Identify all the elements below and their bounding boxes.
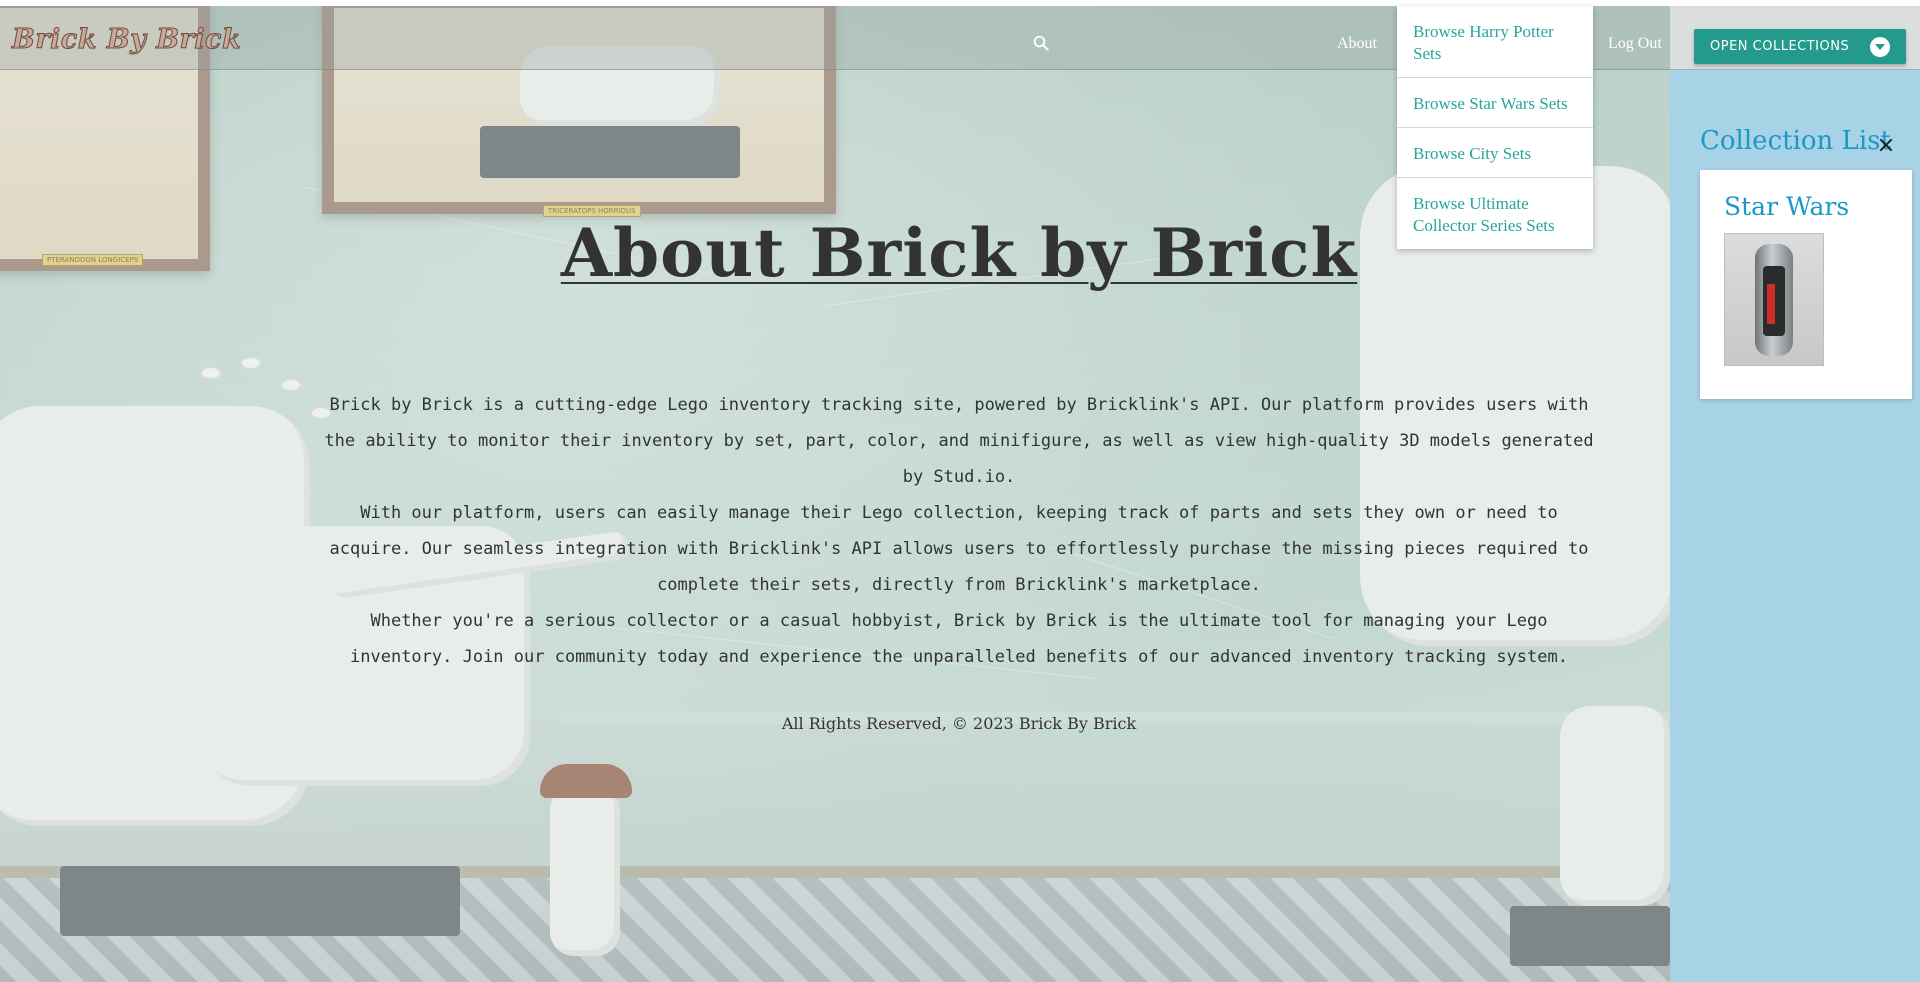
top-navbar: Brick By Brick About Log Out OPEN COLLEC… — [0, 6, 1920, 70]
dropdown-item-city[interactable]: Browse City Sets — [1397, 128, 1593, 178]
collection-list-title: Collection List — [1700, 126, 1891, 156]
capsule-image — [1755, 244, 1793, 356]
brand-logo[interactable]: Brick By Brick — [11, 24, 241, 56]
search-icon[interactable] — [1032, 34, 1050, 52]
nav-logout-link[interactable]: Log Out — [1608, 35, 1662, 53]
chevron-down-icon — [1870, 37, 1890, 57]
open-collections-label: OPEN COLLECTIONS — [1710, 39, 1850, 54]
dropdown-item-harry-potter[interactable]: Browse Harry Potter Sets — [1397, 6, 1593, 78]
open-collections-button[interactable]: OPEN COLLECTIONS — [1694, 29, 1906, 64]
collection-card-star-wars[interactable]: Star Wars — [1700, 170, 1912, 399]
close-icon[interactable] — [1876, 134, 1898, 156]
capsule-accent — [1767, 284, 1775, 324]
collection-thumbnail[interactable] — [1724, 233, 1824, 366]
nav-about-link[interactable]: About — [1337, 35, 1377, 53]
browse-dropdown-menu: Browse Harry Potter Sets Browse Star War… — [1397, 6, 1593, 249]
footer-copyright: All Rights Reserved, © 2023 Brick By Bri… — [781, 714, 1137, 733]
about-paragraph: With our platform, users can easily mana… — [329, 503, 1589, 595]
about-description: Brick by Brick is a cutting-edge Lego in… — [316, 387, 1602, 675]
collection-card-title[interactable]: Star Wars — [1724, 192, 1849, 221]
page-title-text: About Brick by Brick — [560, 214, 1358, 292]
page-title: About Brick by Brick — [0, 214, 1918, 292]
about-paragraph: Brick by Brick is a cutting-edge Lego in… — [324, 395, 1594, 487]
dropdown-item-star-wars[interactable]: Browse Star Wars Sets — [1397, 78, 1593, 128]
about-paragraph: Whether you're a serious collector or a … — [350, 611, 1568, 667]
collection-sidebar: Collection List Star Wars — [1670, 70, 1920, 982]
